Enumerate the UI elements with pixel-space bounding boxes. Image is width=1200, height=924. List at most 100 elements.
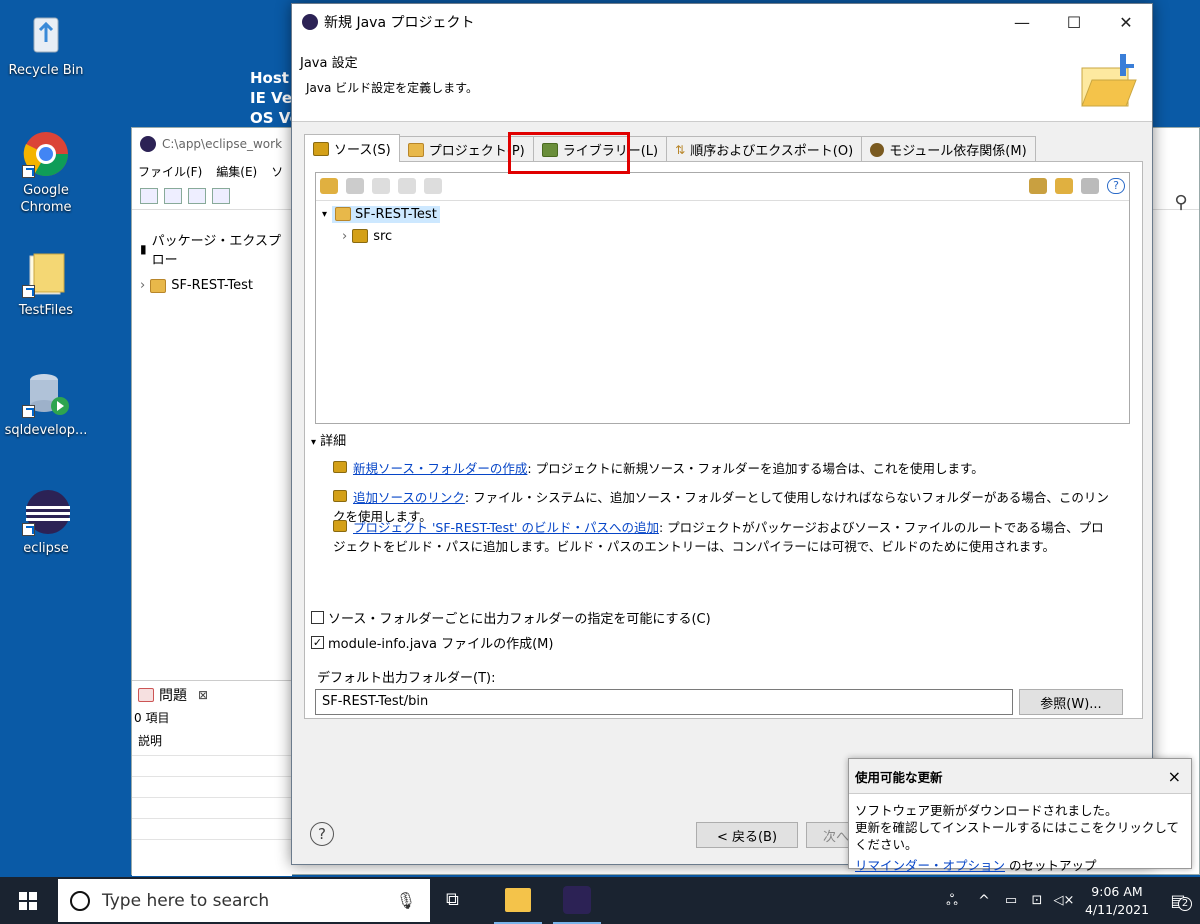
chevron-up-icon[interactable]: ^	[970, 893, 998, 909]
folder-wizard-icon	[1076, 50, 1138, 116]
package-explorer-icon: ▮	[140, 242, 147, 256]
reminder-options-link[interactable]: リマインダー・オプション	[855, 858, 1005, 873]
start-button[interactable]	[0, 877, 56, 924]
filter-add-icon[interactable]	[398, 178, 416, 194]
window-controls: — ☐ ✕	[996, 4, 1152, 40]
project-tree-item[interactable]: › SF-REST-Test	[140, 278, 253, 293]
clock[interactable]: 9:06 AM 4/11/2021	[1078, 883, 1156, 919]
desktop-icon-label: TestFiles	[18, 303, 74, 318]
desktop-icon-chrome[interactable]: Google Chrome	[0, 130, 92, 216]
menu-source[interactable]: ソ	[271, 163, 283, 180]
tree-row-src[interactable]: › src	[316, 225, 1129, 247]
desktop-icon-recycle-bin[interactable]: Recycle Bin	[0, 10, 92, 79]
project-folder-icon	[335, 207, 352, 221]
minimize-icon[interactable]: —	[996, 4, 1048, 40]
desktop-icon-testfiles[interactable]: TestFiles	[0, 250, 92, 319]
output-folder-input[interactable]: SF-REST-Test/bin	[315, 689, 1013, 715]
new-java-project-dialog: 新規 Java プロジェクト — ☐ ✕ Java 設定 Java ビルド設定を…	[291, 3, 1153, 865]
package-explorer-title: パッケージ・エクスプロー	[151, 234, 281, 268]
link-additional-source[interactable]: 追加ソースのリンク	[353, 490, 465, 505]
menu-edit[interactable]: 編集(E)	[216, 163, 257, 180]
link-folder-icon[interactable]	[346, 178, 364, 194]
tab-label: モジュール依存関係(M)	[889, 144, 1027, 159]
eclipse-icon	[140, 136, 156, 152]
save-icon[interactable]	[164, 187, 182, 204]
browse-button[interactable]: 参照(W)...	[1019, 689, 1123, 715]
battery-icon[interactable]: ▭	[998, 893, 1024, 908]
link-source-icon[interactable]	[1029, 178, 1047, 194]
package-explorer-header: ▮ パッケージ・エクスプロー	[132, 216, 292, 282]
tree-row-project[interactable]: ▾ SF-REST-Test	[316, 203, 1129, 225]
microphone-icon[interactable]: 🎙	[396, 891, 416, 910]
table-row	[132, 756, 292, 777]
detail-add-build-path: プロジェクト 'SF-REST-Test' のビルド・パスへの追加: プロジェク…	[333, 518, 1113, 556]
search-icon[interactable]: ⚲	[1163, 182, 1199, 222]
tab-order-export[interactable]: ⇅ 順序およびエクスポート(O)	[666, 136, 863, 162]
source-folder-icon	[313, 141, 329, 156]
taskbar: Type here to search 🎙 ⧉ ஃ ^ ▭ ⊡ ◁× 9:06 …	[0, 877, 1200, 924]
close-icon[interactable]: ⊠	[198, 688, 208, 702]
chevron-down-icon: ▾	[311, 437, 317, 448]
filter-icon[interactable]	[372, 178, 390, 194]
problems-tab[interactable]: 問題 ⊠	[132, 681, 292, 709]
add-folder-icon[interactable]	[320, 178, 338, 194]
volume-muted-icon[interactable]: ◁×	[1050, 893, 1078, 908]
taskbar-search-box[interactable]: Type here to search 🎙	[58, 879, 430, 922]
tree-child-label: src	[373, 228, 393, 244]
link-add-build-path[interactable]: プロジェクト 'SF-REST-Test' のビルド・パスへの追加	[353, 520, 659, 535]
task-view-icon[interactable]: ⧉	[446, 889, 468, 911]
build-path-icon	[333, 520, 347, 532]
network-icon[interactable]: ⊡	[1024, 893, 1050, 908]
back-button[interactable]: < 戻る(B)	[696, 822, 798, 848]
details-section-header[interactable]: ▾ 詳細	[311, 430, 346, 449]
new-source-folder-icon[interactable]	[1055, 178, 1073, 194]
remove-icon[interactable]	[1081, 178, 1099, 194]
tab-module-dependencies[interactable]: モジュール依存関係(M)	[861, 136, 1036, 162]
problems-view: 問題 ⊠ 0 項目 説明	[132, 680, 292, 876]
dialog-title: 新規 Java プロジェクト	[324, 15, 475, 31]
desktop-icon-eclipse[interactable]: eclipse	[0, 488, 92, 557]
help-icon[interactable]: ?	[310, 822, 334, 846]
notification-center-icon[interactable]: ▤2	[1156, 891, 1200, 911]
package-explorer: ▮ パッケージ・エクスプロー › SF-REST-Test	[132, 216, 292, 686]
module-icon	[870, 142, 885, 157]
table-row	[132, 798, 292, 819]
tree-root-label: SF-REST-Test	[355, 206, 437, 222]
file-explorer-icon[interactable]	[505, 888, 531, 912]
details-title: 詳細	[320, 434, 347, 449]
detail-new-source-folder: 新規ソース・フォルダーの作成: プロジェクトに新規ソース・フォルダーを追加する場…	[333, 459, 1113, 478]
save-all-icon[interactable]	[188, 187, 206, 204]
eclipse-icon[interactable]	[563, 886, 591, 914]
help-icon[interactable]: ?	[1107, 178, 1125, 194]
problems-icon	[138, 688, 154, 702]
checkbox-row-output-folder[interactable]: ソース・フォルダーごとに出力フォルダーの指定を可能にする(C)	[311, 608, 711, 627]
clear-icon[interactable]	[424, 178, 442, 194]
chevron-right-icon: ›	[140, 278, 146, 293]
module-info-checkbox[interactable]: ✓	[311, 636, 324, 649]
problems-title: 問題	[159, 688, 187, 704]
checkbox-label: ソース・フォルダーごとに出力フォルダーの指定を可能にする(C)	[328, 612, 711, 627]
output-folder-checkbox[interactable]	[311, 611, 324, 624]
close-icon[interactable]: ×	[1168, 767, 1181, 786]
binary-icon[interactable]	[212, 187, 230, 204]
menu-file[interactable]: ファイル(F)	[138, 163, 202, 180]
tab-source[interactable]: ソース(S)	[304, 134, 400, 162]
link-new-source-folder[interactable]: 新規ソース・フォルダーの作成	[353, 461, 527, 476]
detail-text: : プロジェクトに新規ソース・フォルダーを追加する場合は、これを使用します。	[527, 461, 984, 476]
new-icon[interactable]	[140, 187, 158, 204]
order-icon: ⇅	[675, 142, 686, 157]
people-icon[interactable]: ஃ	[934, 891, 970, 911]
folder-icon	[22, 250, 70, 298]
dialog-banner: Java 設定 Java ビルド設定を定義します。	[292, 40, 1152, 122]
desktop-icon-label: Recycle Bin	[8, 63, 84, 78]
project-folder-icon	[150, 278, 167, 293]
maximize-icon[interactable]: ☐	[1048, 4, 1100, 40]
checkbox-row-module-info[interactable]: ✓ module-info.java ファイルの作成(M)	[311, 633, 553, 652]
eclipse-title: C:\app\eclipse_work	[162, 137, 283, 151]
desktop-icon-sqldeveloper[interactable]: sqldevelop...	[0, 370, 92, 439]
update-notification[interactable]: 使用可能な更新 × ソフトウェア更新がダウンロードされました。 更新を確認してイ…	[848, 758, 1192, 873]
close-icon[interactable]: ✕	[1100, 4, 1152, 40]
windows-icon	[19, 891, 37, 910]
source-folder-icon	[352, 229, 369, 243]
problems-count: 0 項目	[134, 711, 170, 725]
